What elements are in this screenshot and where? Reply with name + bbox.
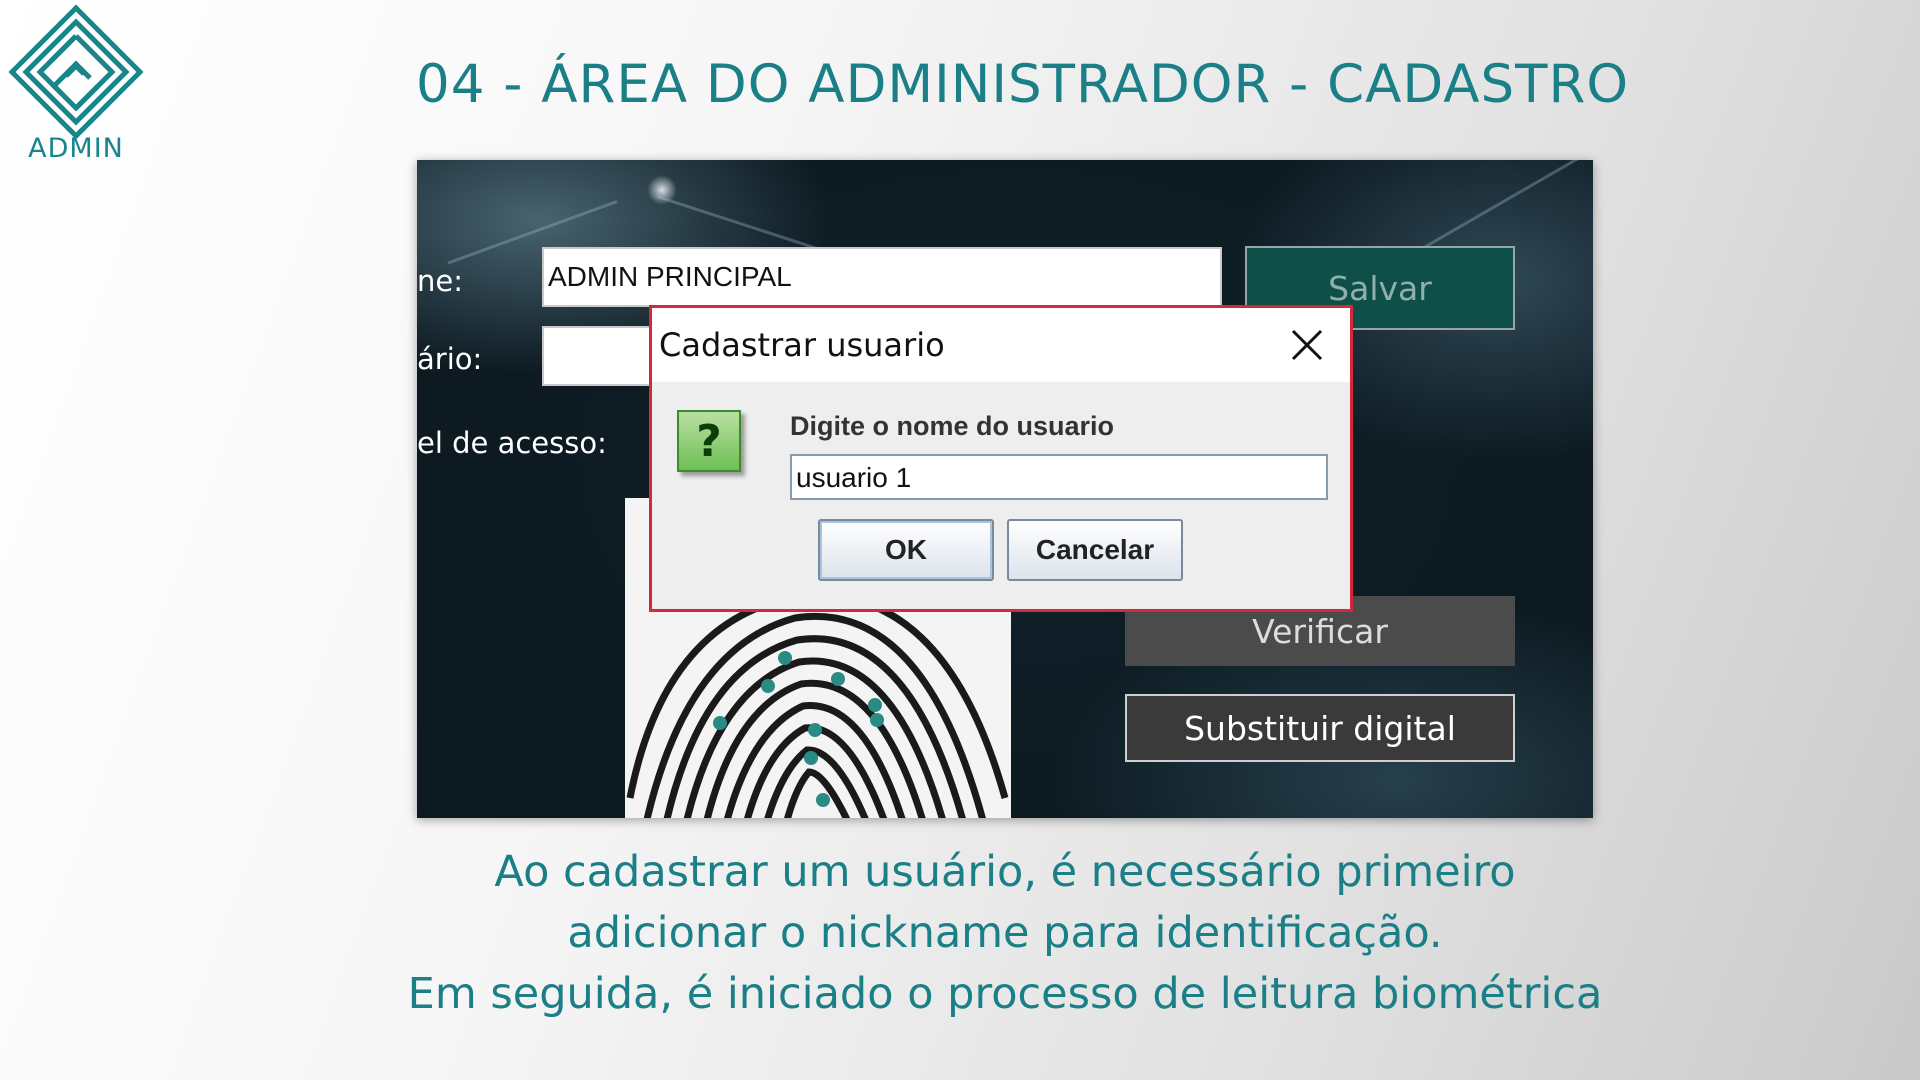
username-input[interactable]: usuario 1 — [790, 454, 1328, 500]
dialog-titlebar: Cadastrar usuario — [652, 308, 1350, 382]
dialog-message: Digite o nome do usuario — [790, 411, 1115, 441]
name-field[interactable]: ADMIN PRINCIPAL — [542, 247, 1222, 307]
app-screenshot: ne: ário: el de acesso: ADMIN PRINCIPAL … — [417, 160, 1593, 818]
background-streak — [1416, 160, 1591, 253]
logo-text: ADMIN — [28, 133, 124, 164]
access-level-label: el de acesso: — [417, 426, 607, 460]
close-button[interactable] — [1276, 316, 1336, 372]
caption-line-2: adicionar o nickname para identificação. — [567, 908, 1443, 958]
admin-logo: ADMIN — [8, 4, 144, 169]
maze-diamond-icon — [8, 4, 144, 140]
caption-line-3: Em seguida, é iniciado o processo de lei… — [407, 969, 1603, 1019]
register-user-dialog: Cadastrar usuario ? Digite o nome do usu… — [649, 305, 1353, 612]
replace-fingerprint-button[interactable]: Substituir digital — [1125, 694, 1515, 762]
slide-title: 04 - ÁREA DO ADMINISTRADOR - CADASTRO — [416, 54, 1630, 115]
caption-line-1: Ao cadastrar um usuário, é necessário pr… — [494, 847, 1516, 897]
close-icon — [1291, 329, 1323, 361]
user-field[interactable] — [542, 326, 662, 386]
name-field-value: ADMIN PRINCIPAL — [548, 261, 792, 292]
cancel-button[interactable]: Cancelar — [1007, 519, 1183, 581]
user-label: ário: — [417, 342, 483, 376]
dialog-title: Cadastrar usuario — [659, 326, 945, 364]
ok-button[interactable]: OK — [818, 519, 994, 581]
name-label: ne: — [417, 264, 463, 298]
slide-caption: Ao cadastrar um usuário, é necessário pr… — [340, 842, 1670, 1025]
question-icon: ? — [677, 410, 741, 472]
